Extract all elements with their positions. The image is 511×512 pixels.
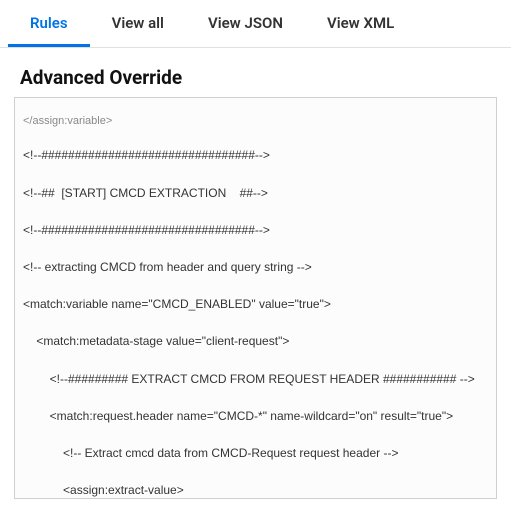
- code-line: <assign:extract-value>: [23, 481, 488, 499]
- code-line: </assign:variable>: [23, 115, 488, 128]
- code-line: <match:metadata-stage value="client-requ…: [23, 332, 488, 351]
- tab-view-xml[interactable]: View XML: [305, 0, 416, 47]
- code-line: <match:request.header name="CMCD-*" name…: [23, 407, 488, 426]
- code-line: <!--################################-->: [23, 221, 488, 240]
- code-line: <match:variable name="CMCD_ENABLED" valu…: [23, 295, 488, 314]
- tab-view-json[interactable]: View JSON: [186, 0, 305, 47]
- code-line: <!--######### EXTRACT CMCD FROM REQUEST …: [23, 370, 488, 389]
- tab-rules[interactable]: Rules: [8, 0, 90, 47]
- code-line: <!-- extracting CMCD from header and que…: [23, 258, 488, 277]
- code-line: <!-- Extract cmcd data from CMCD-Request…: [23, 444, 488, 463]
- code-line: <!--## [START] CMCD EXTRACTION ##-->: [23, 184, 488, 203]
- code-line: <!--################################-->: [23, 146, 488, 165]
- section-title: Advanced Override: [0, 48, 511, 97]
- tab-view-all[interactable]: View all: [90, 0, 186, 47]
- code-block[interactable]: </assign:variable> <!--#################…: [14, 97, 497, 499]
- tab-bar: Rules View all View JSON View XML: [0, 0, 511, 48]
